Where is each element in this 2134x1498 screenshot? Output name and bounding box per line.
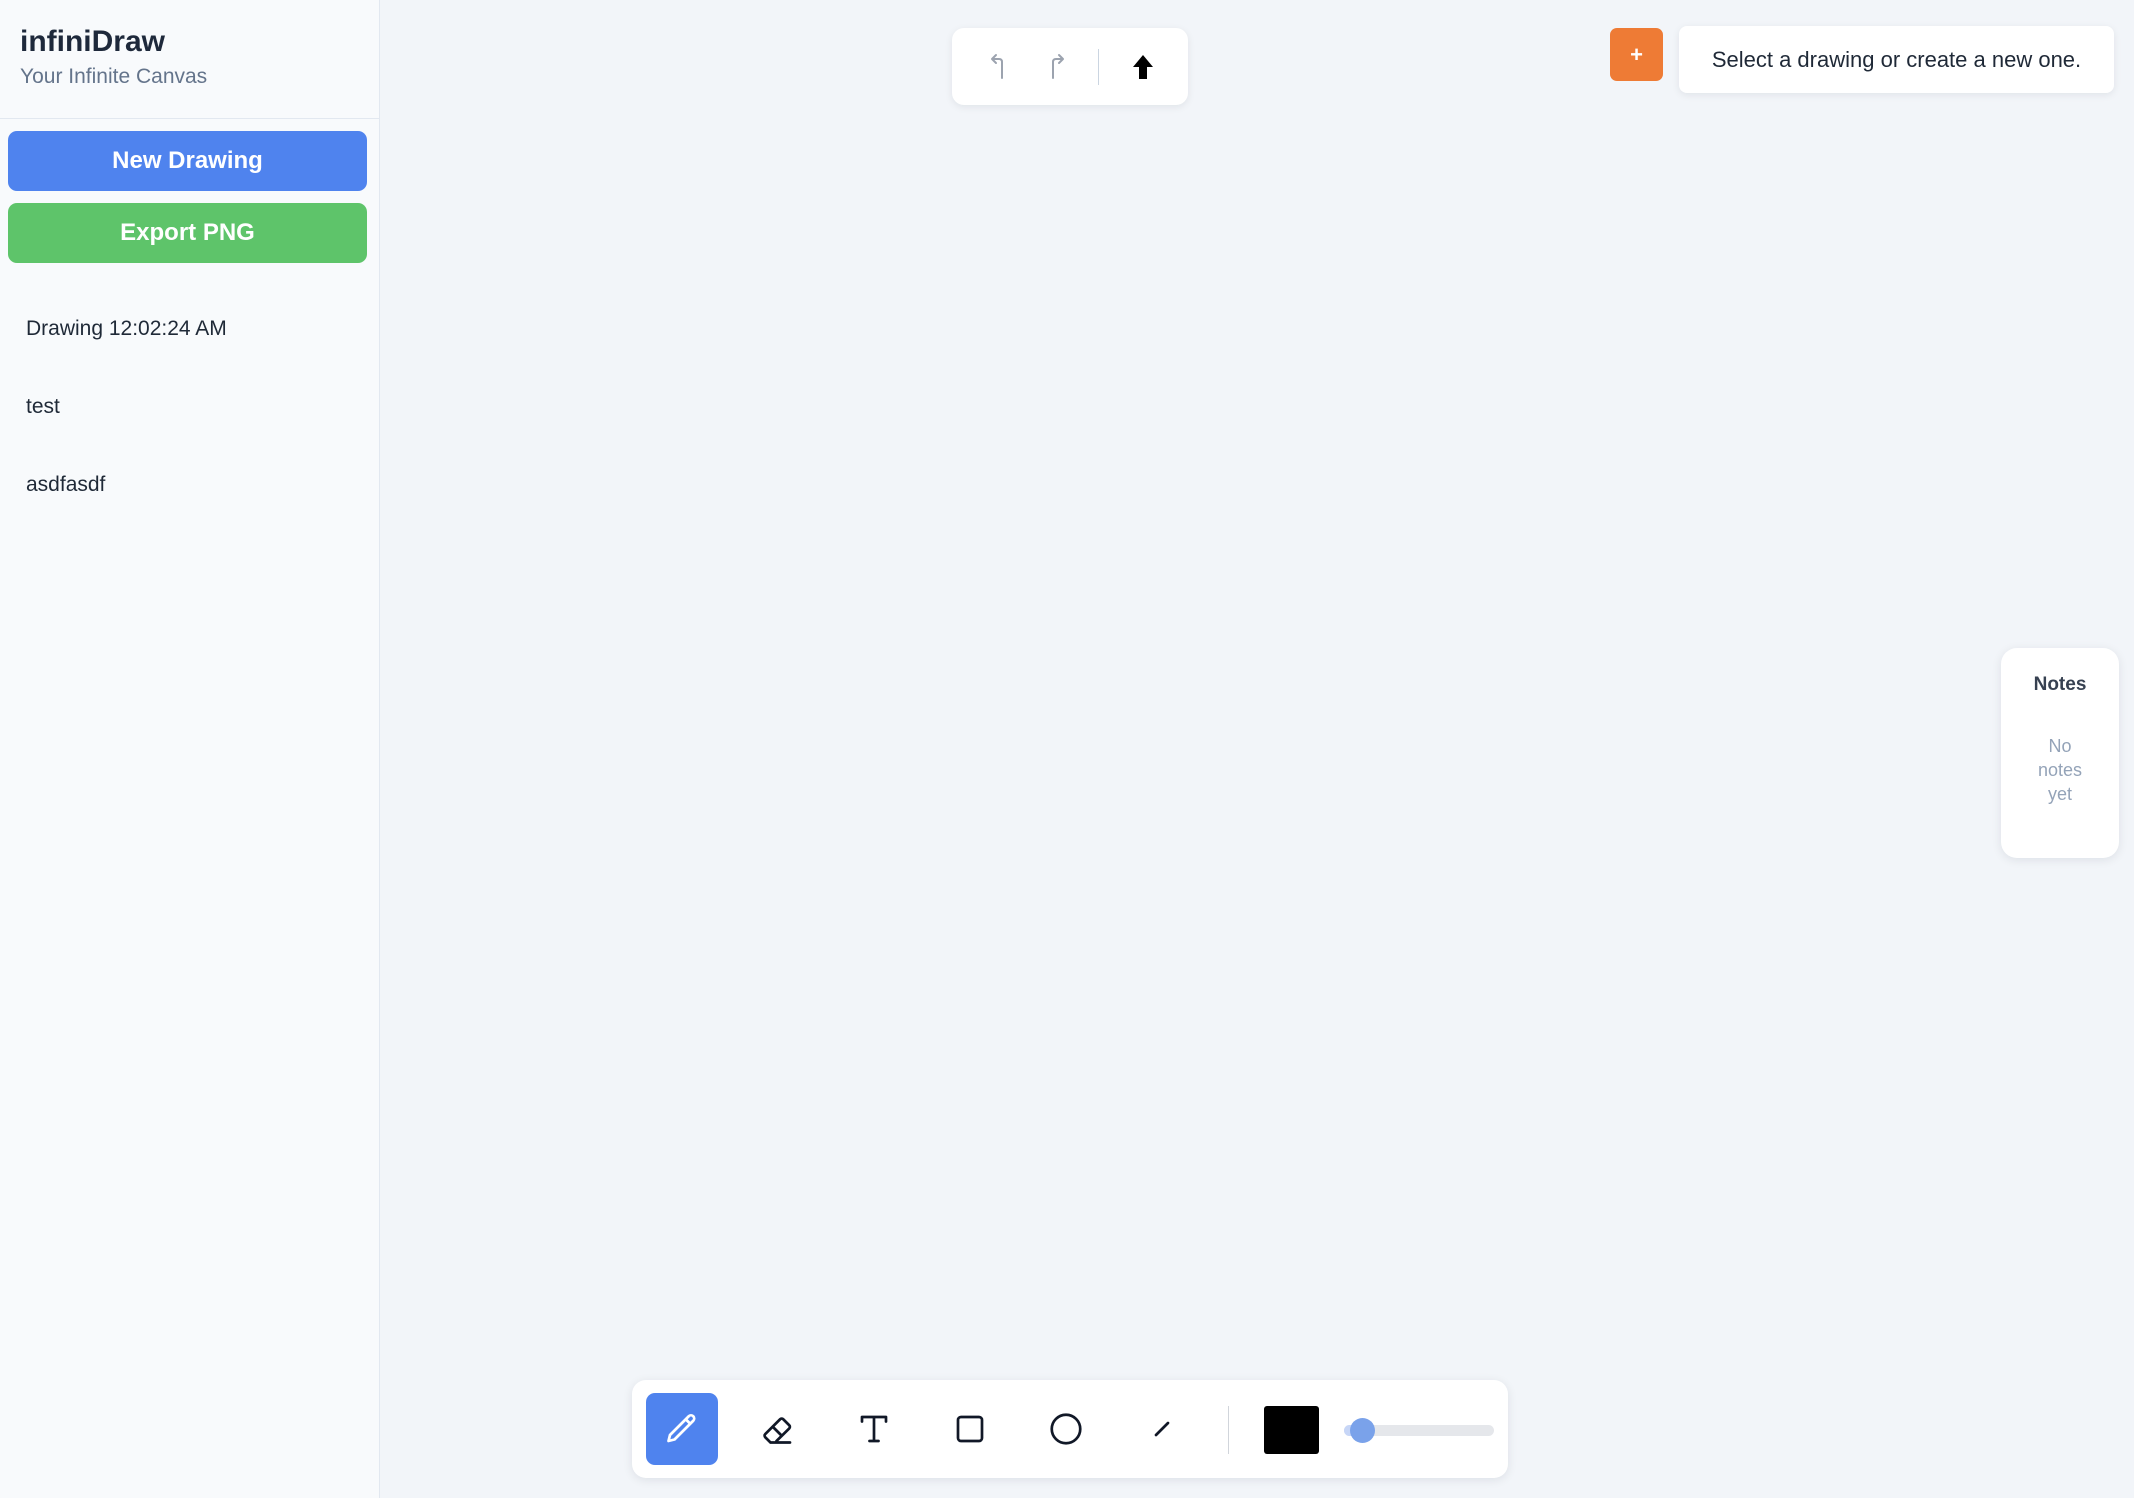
drawing-list: Drawing 12:02:24 AM test asdfasdf bbox=[0, 290, 379, 524]
notes-panel: Notes No notes yet bbox=[2001, 648, 2119, 858]
history-toolbar bbox=[952, 28, 1188, 105]
stroke-color-picker[interactable] bbox=[1264, 1406, 1319, 1454]
toolbar-divider bbox=[1098, 48, 1099, 85]
circle-icon bbox=[1050, 1413, 1082, 1445]
circle-tool-button[interactable] bbox=[1030, 1393, 1102, 1465]
export-png-button[interactable]: Export PNG bbox=[8, 203, 367, 263]
line-icon bbox=[1154, 1421, 1170, 1437]
toolbar-divider bbox=[1228, 1406, 1229, 1454]
sidebar: infiniDraw Your Infinite Canvas New Draw… bbox=[0, 0, 380, 1498]
text-tool-button[interactable] bbox=[838, 1393, 910, 1465]
add-button[interactable]: + bbox=[1610, 28, 1663, 81]
stroke-width-slider[interactable] bbox=[1344, 1418, 1494, 1443]
move-up-button[interactable] bbox=[1113, 39, 1174, 95]
undo-button[interactable] bbox=[966, 39, 1027, 95]
pencil-tool-button[interactable] bbox=[646, 1393, 718, 1465]
redo-button[interactable] bbox=[1027, 39, 1088, 95]
rectangle-tool-button[interactable] bbox=[934, 1393, 1006, 1465]
line-tool-button[interactable] bbox=[1126, 1393, 1198, 1465]
drawing-list-item[interactable]: asdfasdf bbox=[0, 446, 379, 524]
new-drawing-button[interactable]: New Drawing bbox=[8, 131, 367, 191]
undo-icon bbox=[990, 53, 1003, 79]
arrow-up-icon bbox=[1133, 54, 1154, 79]
notes-title: Notes bbox=[2033, 674, 2087, 695]
sidebar-header: infiniDraw Your Infinite Canvas bbox=[0, 0, 379, 119]
drawing-list-item[interactable]: test bbox=[0, 368, 379, 446]
app-subtitle: Your Infinite Canvas bbox=[20, 65, 208, 88]
app-title: infiniDraw bbox=[20, 25, 166, 58]
drawing-list-item[interactable]: Drawing 12:02:24 AM bbox=[0, 290, 379, 368]
status-message: Select a drawing or create a new one. bbox=[1679, 26, 2114, 93]
notes-empty-text: No notes yet bbox=[2037, 736, 2083, 804]
text-icon bbox=[860, 1415, 888, 1443]
redo-icon bbox=[1051, 53, 1064, 79]
rectangle-icon bbox=[956, 1415, 984, 1443]
eraser-tool-button[interactable] bbox=[742, 1393, 814, 1465]
drawing-toolbar bbox=[632, 1380, 1508, 1478]
canvas-area[interactable] bbox=[380, 0, 2134, 1498]
stroke-width-slider-thumb[interactable] bbox=[1350, 1418, 1375, 1443]
pencil-icon bbox=[667, 1413, 696, 1443]
eraser-icon bbox=[763, 1417, 792, 1444]
